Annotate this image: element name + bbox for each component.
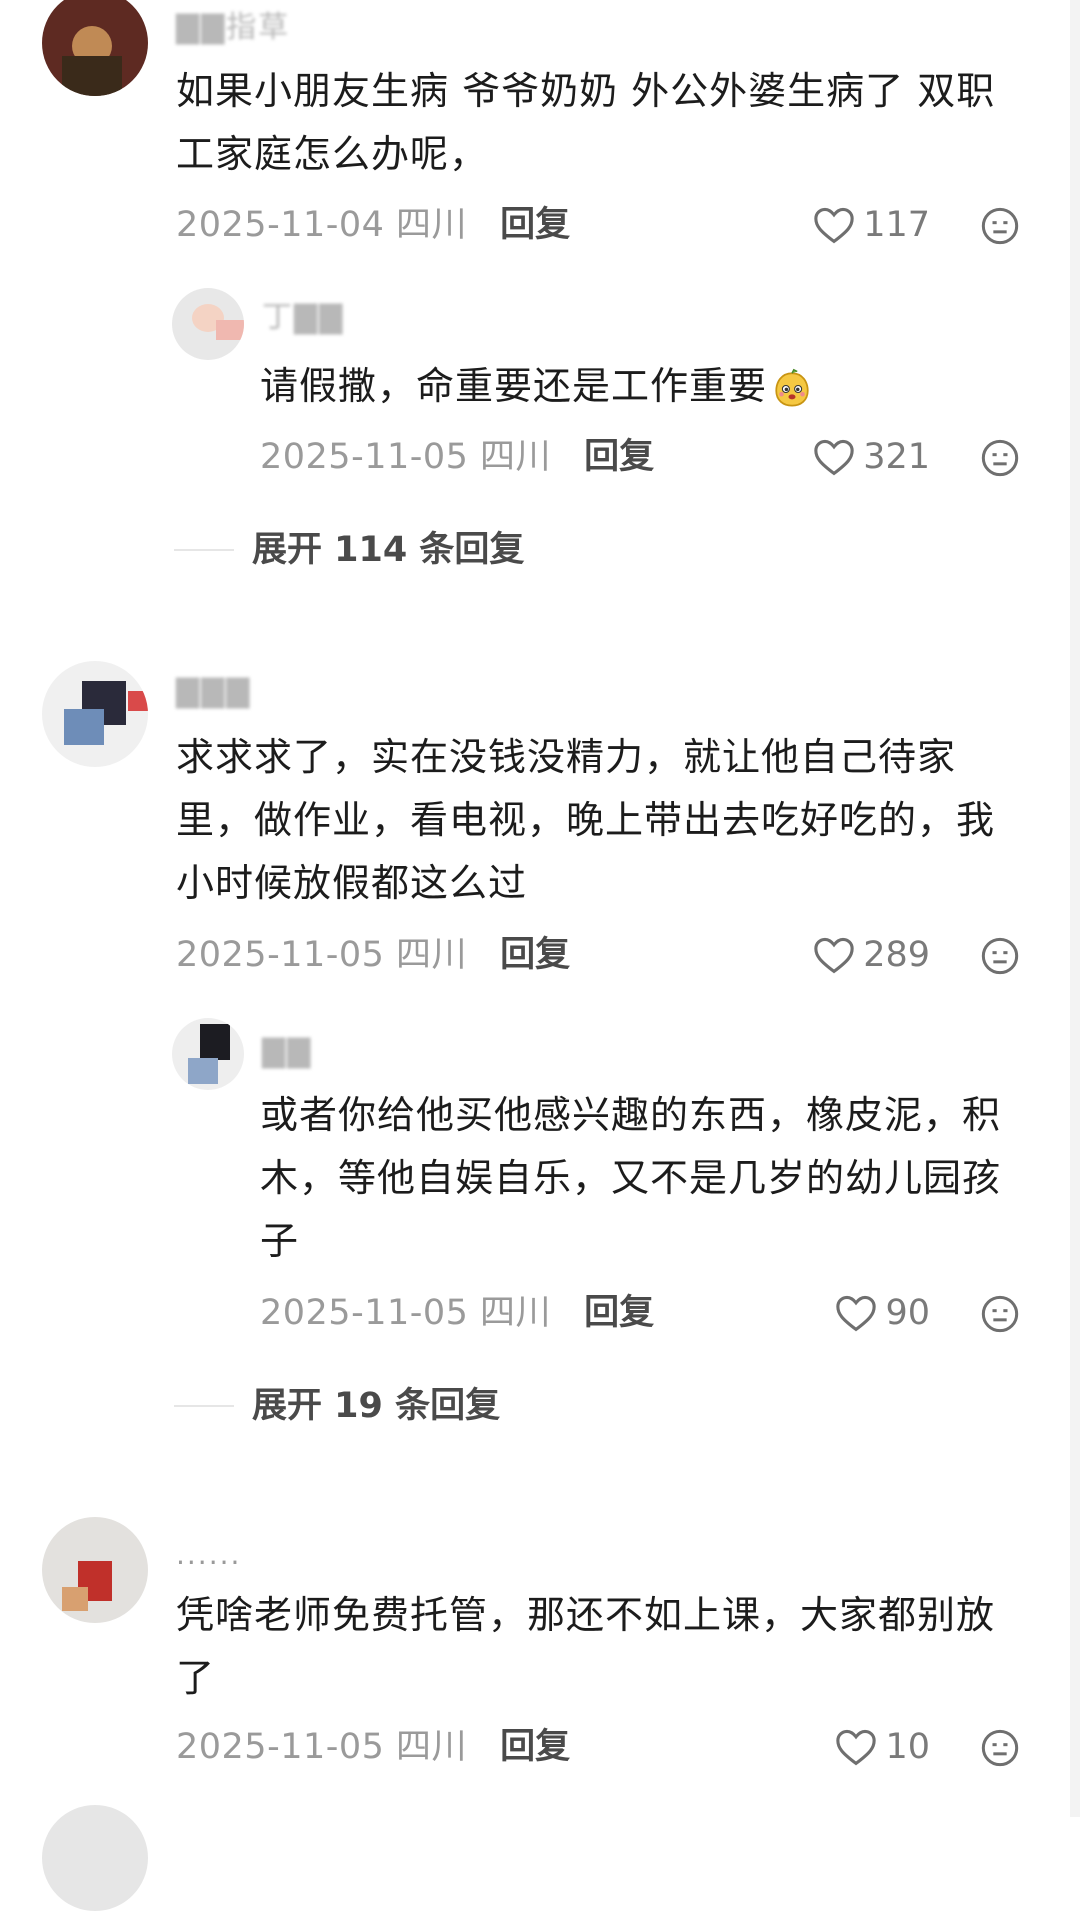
avatar[interactable] xyxy=(172,288,244,360)
username[interactable]: ▇▇指草 xyxy=(176,8,290,48)
reply-meta: 2025-11-05 四川 回复 xyxy=(260,432,654,482)
like-button[interactable]: 10 xyxy=(810,1722,930,1772)
like-button[interactable]: 90 xyxy=(810,1288,930,1338)
reply-text: 请假撒，命重要还是工作重要 xyxy=(260,355,813,418)
like-button[interactable]: 289 xyxy=(810,930,930,980)
comment-meta: 2025-11-05 四川 回复 xyxy=(176,930,570,980)
reply-date: 2025-11-05 四川 xyxy=(260,437,552,477)
like-button[interactable]: 117 xyxy=(810,200,930,250)
comment-date: 2025-11-04 四川 xyxy=(176,205,468,245)
neutral-face-icon[interactable] xyxy=(980,1294,1020,1334)
neutral-face-icon[interactable] xyxy=(980,1728,1020,1768)
divider xyxy=(174,1405,234,1407)
reply-button[interactable]: 回复 xyxy=(500,1727,570,1767)
comment-text: 凭啥老师免费托管，那还不如上课，大家都别放 了 xyxy=(176,1593,996,1700)
like-count: 321 xyxy=(863,437,930,477)
heart-outline-icon xyxy=(836,1729,877,1766)
like-count: 117 xyxy=(863,205,930,245)
reply-button[interactable]: 回复 xyxy=(584,1293,654,1333)
heart-outline-icon xyxy=(814,439,854,476)
comment-meta: 2025-11-04 四川 回复 xyxy=(176,200,570,250)
comment-text: 如果小朋友生病 爷爷奶奶 外公外婆生病了 双职 工家庭怎么办呢， xyxy=(176,69,996,176)
username[interactable]: 丁▇▇ xyxy=(262,298,344,338)
like-count: 90 xyxy=(885,1293,930,1333)
heart-outline-icon xyxy=(814,207,854,244)
avatar[interactable] xyxy=(42,1805,148,1911)
neutral-face-icon[interactable] xyxy=(980,206,1020,246)
reply-button[interactable]: 回复 xyxy=(500,205,570,245)
expand-replies-button[interactable]: 展开 19 条回复 xyxy=(174,1381,500,1431)
avatar[interactable] xyxy=(172,1018,244,1090)
divider xyxy=(174,549,234,551)
avatar[interactable] xyxy=(42,1517,148,1623)
avatar[interactable] xyxy=(42,661,148,767)
like-button[interactable]: 321 xyxy=(810,432,930,482)
username[interactable]: ▇▇▇ xyxy=(176,672,251,712)
reply-button[interactable]: 回复 xyxy=(584,437,654,477)
reply-date: 2025-11-05 四川 xyxy=(260,1293,552,1333)
username[interactable]: ...... xyxy=(176,1535,241,1575)
neutral-face-icon[interactable] xyxy=(980,936,1020,976)
lemon-face-emoji xyxy=(775,368,809,407)
comment-date: 2025-11-05 四川 xyxy=(176,1727,468,1767)
heart-outline-icon xyxy=(836,1295,877,1332)
comment-meta: 2025-11-05 四川 回复 xyxy=(176,1722,570,1772)
reply-text: 或者你给他买他感兴趣的东西，橡皮泥，积 木，等他自娱自乐，又不是几岁的幼儿园孩 … xyxy=(260,1093,1002,1263)
neutral-face-icon[interactable] xyxy=(980,438,1020,478)
avatar[interactable] xyxy=(42,0,148,96)
username[interactable]: ▇▇ xyxy=(262,1032,312,1072)
comment-text: 求求求了，实在没钱没精力，就让他自己待家 里，做作业，看电视，晚上带出去吃好吃的… xyxy=(176,735,996,905)
like-count: 10 xyxy=(885,1727,930,1767)
reply-meta: 2025-11-05 四川 回复 xyxy=(260,1288,654,1338)
heart-outline-icon xyxy=(814,937,854,974)
comment-date: 2025-11-05 四川 xyxy=(176,935,468,975)
like-count: 289 xyxy=(863,935,930,975)
comment-feed: ▇▇指草 如果小朋友生病 爷爷奶奶 外公外婆生病了 双职 工家庭怎么办呢， 20… xyxy=(0,0,1080,1911)
scroll-edge xyxy=(1070,0,1080,1817)
expand-replies-button[interactable]: 展开 114 条回复 xyxy=(174,525,524,575)
reply-button[interactable]: 回复 xyxy=(500,935,570,975)
